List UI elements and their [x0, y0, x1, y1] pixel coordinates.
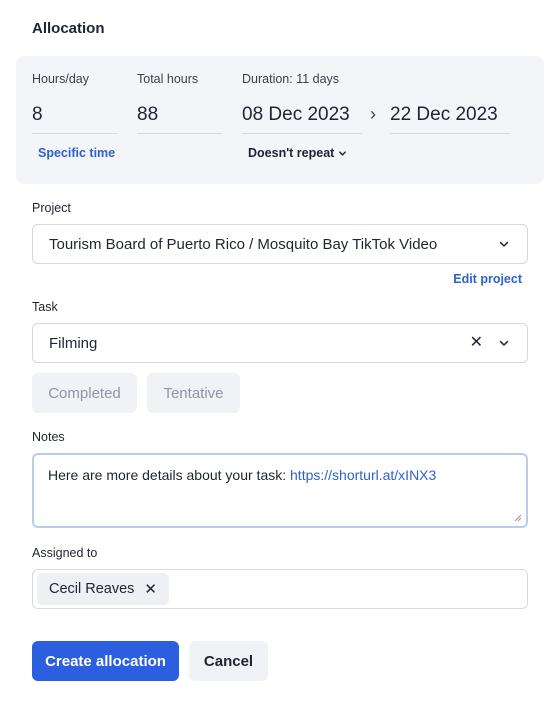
chevron-right-icon: ›: [370, 104, 376, 124]
hours-per-day-input[interactable]: 8: [32, 104, 117, 134]
notes-text: Here are more details about your task:: [48, 467, 291, 483]
cancel-button[interactable]: Cancel: [189, 641, 268, 681]
repeat-dropdown[interactable]: Doesn't repeat: [248, 146, 347, 160]
notes-textarea[interactable]: Here are more details about your task: h…: [32, 453, 528, 528]
task-value: Filming: [49, 334, 98, 352]
assignee-name: Cecil Reaves: [49, 581, 135, 597]
tentative-toggle[interactable]: Tentative: [147, 373, 240, 413]
specific-time-link[interactable]: Specific time: [38, 146, 115, 160]
project-select[interactable]: Tourism Board of Puerto Rico / Mosquito …: [32, 224, 528, 264]
total-hours-label: Total hours: [137, 72, 199, 86]
assignee-input[interactable]: Cecil Reaves ✕: [32, 569, 528, 609]
chevron-down-icon: [499, 241, 509, 247]
close-icon[interactable]: ✕: [470, 335, 483, 351]
create-allocation-button[interactable]: Create allocation: [32, 641, 179, 681]
resize-handle-icon[interactable]: [514, 514, 522, 522]
assigned-label: Assigned to: [32, 546, 98, 560]
task-select[interactable]: Filming ✕: [32, 323, 528, 363]
assignee-chip: Cecil Reaves ✕: [37, 573, 169, 605]
schedule-panel: Hours/day 8 Total hours 88 Duration: 11 …: [16, 56, 544, 184]
edit-project-link[interactable]: Edit project: [453, 272, 522, 286]
start-date-input[interactable]: 08 Dec 2023: [242, 104, 362, 134]
close-icon[interactable]: ✕: [144, 580, 157, 598]
project-label: Project: [32, 201, 71, 215]
completed-toggle[interactable]: Completed: [32, 373, 137, 413]
duration-label: Duration: 11 days: [242, 72, 340, 86]
task-label: Task: [32, 300, 58, 314]
notes-label: Notes: [32, 430, 65, 444]
total-hours-input[interactable]: 88: [137, 104, 222, 134]
allocation-dialog: Allocation Hours/day 8 Total hours 88 Du…: [0, 0, 560, 709]
dialog-title: Allocation: [32, 20, 105, 37]
chevron-down-icon: [339, 150, 347, 156]
end-date-input[interactable]: 22 Dec 2023: [390, 104, 510, 134]
chevron-down-icon: [499, 340, 509, 346]
hours-per-day-label: Hours/day: [32, 72, 89, 86]
project-value: Tourism Board of Puerto Rico / Mosquito …: [49, 235, 438, 253]
notes-link[interactable]: https://shorturl.at/xINX3: [290, 467, 436, 483]
repeat-label: Doesn't repeat: [248, 146, 335, 160]
